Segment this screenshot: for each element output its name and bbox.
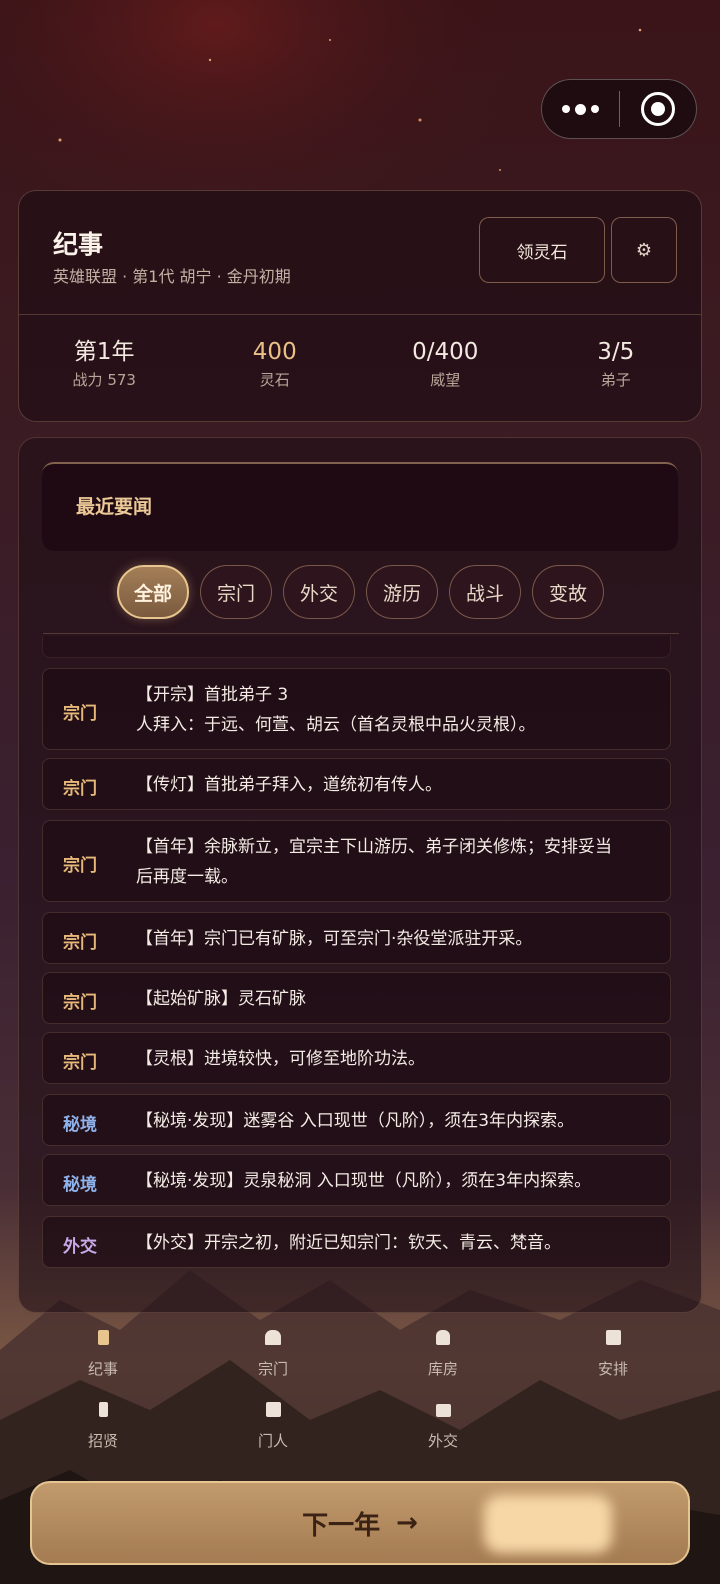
claim-spirit-stones-button[interactable]: 领灵石 xyxy=(479,217,605,283)
stat-value: 3/5 xyxy=(597,339,635,365)
nav-label: 库房 xyxy=(427,1360,458,1378)
nav-item-sect[interactable]: 宗门 xyxy=(188,1330,358,1386)
header-card: 纪事 英雄联盟 · 第1代 胡宁 · 金丹初期 领灵石 ⚙ 第1年 战力 573… xyxy=(18,190,702,422)
entry-line: 【灵根】进境较快，可修至地阶功法。 xyxy=(136,1049,425,1069)
scroll-icon xyxy=(18,1330,188,1350)
nav-item-disciples[interactable]: 门人 xyxy=(188,1402,358,1458)
list-item: 宗门 【起始矿脉】灵石矿脉 xyxy=(42,972,671,1024)
filter-chip-all[interactable]: 全部 xyxy=(117,565,189,619)
bottom-nav: 纪事 宗门 库房 安排 招贤 门人 外交 xyxy=(0,1330,720,1460)
list-item: 宗门 【传灯】首批弟子拜入，道统初有传人。 xyxy=(42,758,671,810)
grid-icon xyxy=(528,1330,698,1350)
entry-tag: 宗门 xyxy=(63,933,97,953)
entry-tag: 外交 xyxy=(63,1237,97,1257)
list-item: 秘境 【秘境·发现】迷雾谷 入口现世（凡阶），须在3年内探索。 xyxy=(42,1094,671,1146)
next-year-button[interactable]: 下一年 → xyxy=(30,1481,690,1565)
stat-value: 0/400 xyxy=(412,339,479,365)
list-item-partial xyxy=(42,636,671,658)
news-heading-bar: 最近要闻 xyxy=(42,462,678,551)
stat-prestige: 0/400 威望 xyxy=(360,337,531,390)
nav-item-storehouse[interactable]: 库房 xyxy=(358,1330,528,1386)
filter-chip-sect[interactable]: 宗门 xyxy=(200,565,272,619)
stat-label: 弟子 xyxy=(600,371,631,389)
header-divider xyxy=(19,314,701,315)
page-subtitle: 英雄联盟 · 第1代 胡宁 · 金丹初期 xyxy=(53,267,291,286)
entry-line: 【首年】宗门已有矿脉，可至宗门·杂役堂派驻开采。 xyxy=(136,929,533,949)
list-item: 外交 【外交】开宗之初，附近已知宗门：钦天、青云、梵音。 xyxy=(42,1216,671,1268)
close-miniprogram-icon[interactable] xyxy=(620,80,696,138)
entry-line: 【开宗】首批弟子 3 xyxy=(136,685,289,705)
nav-label: 纪事 xyxy=(87,1360,118,1378)
filter-chip-battle[interactable]: 战斗 xyxy=(449,565,521,619)
stat-label: 战力 573 xyxy=(72,371,136,389)
nav-label: 宗门 xyxy=(257,1360,288,1378)
nav-label: 安排 xyxy=(597,1360,628,1378)
entry-tag: 宗门 xyxy=(63,704,97,724)
people-icon xyxy=(188,1402,358,1422)
page-title: 纪事 xyxy=(53,230,104,259)
filter-chip-incident[interactable]: 变故 xyxy=(532,565,604,619)
stat-label: 威望 xyxy=(430,371,461,389)
news-heading: 最近要闻 xyxy=(76,496,153,518)
nav-label: 招贤 xyxy=(87,1432,118,1450)
next-year-label: 下一年 xyxy=(302,1510,381,1541)
button-highlight xyxy=(484,1495,612,1553)
entry-tag: 宗门 xyxy=(63,779,97,799)
entry-text: 【首年】余脉新立，宜宗主下山游历、弟子闭关修炼；安排妥当 后再度一载。 xyxy=(136,832,656,892)
entry-line: 【传灯】首批弟子拜入，道统初有传人。 xyxy=(136,775,442,795)
entry-text: 【开宗】首批弟子 3 人拜入：于远、何萱、胡云（首名灵根中品火灵根）。 xyxy=(136,680,656,740)
filter-chips: 全部 宗门 外交 游历 战斗 变故 xyxy=(117,565,604,619)
more-options-icon[interactable] xyxy=(542,80,619,138)
miniprogram-capsule xyxy=(541,79,697,139)
news-list[interactable]: 宗门 【开宗】首批弟子 3 人拜入：于远、何萱、胡云（首名灵根中品火灵根）。 宗… xyxy=(42,636,679,1284)
stat-label: 灵石 xyxy=(259,371,290,389)
stat-spirit-stones: 400 灵石 xyxy=(190,337,361,390)
settings-button[interactable]: ⚙ xyxy=(611,217,677,283)
nav-item-chronicle[interactable]: 纪事 xyxy=(18,1330,188,1386)
handshake-icon xyxy=(358,1402,528,1422)
nav-label: 门人 xyxy=(257,1432,288,1450)
vault-icon xyxy=(358,1330,528,1350)
entry-line: 【秘境·发现】灵泉秘洞 入口现世（凡阶），须在3年内探索。 xyxy=(136,1171,592,1191)
nav-item-diplomacy[interactable]: 外交 xyxy=(358,1402,528,1458)
stats-row: 第1年 战力 573 400 灵石 0/400 威望 3/5 弟子 xyxy=(19,337,701,390)
stat-value: 400 xyxy=(252,339,297,365)
entry-line: 【首年】余脉新立，宜宗主下山游历、弟子闭关修炼；安排妥当 xyxy=(136,837,612,857)
entry-tag: 宗门 xyxy=(63,993,97,1013)
nav-item-recruit[interactable]: 招贤 xyxy=(18,1402,188,1458)
stat-value: 第1年 xyxy=(73,339,135,365)
list-item: 宗门 【首年】余脉新立，宜宗主下山游历、弟子闭关修炼；安排妥当 后再度一载。 xyxy=(42,820,671,902)
entry-line: 后再度一载。 xyxy=(136,867,238,887)
entry-tag: 秘境 xyxy=(63,1175,97,1195)
arrow-right-icon: → xyxy=(396,1508,418,1538)
filter-chip-diplomacy[interactable]: 外交 xyxy=(283,565,355,619)
news-panel: 最近要闻 全部 宗门 外交 游历 战斗 变故 宗门 【开宗】首批弟子 3 人拜入… xyxy=(18,437,702,1313)
gear-icon: ⚙ xyxy=(635,239,653,261)
filter-divider xyxy=(43,633,679,634)
list-item: 秘境 【秘境·发现】灵泉秘洞 入口现世（凡阶），须在3年内探索。 xyxy=(42,1154,671,1206)
nav-label: 外交 xyxy=(427,1432,458,1450)
entry-line: 人拜入：于远、何萱、胡云（首名灵根中品火灵根）。 xyxy=(136,715,536,735)
stat-disciples: 3/5 弟子 xyxy=(531,337,702,390)
list-item: 宗门 【灵根】进境较快，可修至地阶功法。 xyxy=(42,1032,671,1084)
gate-icon xyxy=(188,1330,358,1350)
entry-line: 【起始矿脉】灵石矿脉 xyxy=(136,989,306,1009)
list-item: 宗门 【开宗】首批弟子 3 人拜入：于远、何萱、胡云（首名灵根中品火灵根）。 xyxy=(42,668,671,750)
stat-year: 第1年 战力 573 xyxy=(19,337,190,390)
entry-line: 【秘境·发现】迷雾谷 入口现世（凡阶），须在3年内探索。 xyxy=(136,1111,575,1131)
entry-tag: 宗门 xyxy=(63,856,97,876)
nav-item-arrange[interactable]: 安排 xyxy=(528,1330,698,1386)
banner-icon xyxy=(18,1402,188,1422)
entry-tag: 秘境 xyxy=(63,1115,97,1135)
filter-chip-travel[interactable]: 游历 xyxy=(366,565,438,619)
list-item: 宗门 【首年】宗门已有矿脉，可至宗门·杂役堂派驻开采。 xyxy=(42,912,671,964)
entry-tag: 宗门 xyxy=(63,1053,97,1073)
entry-line: 【外交】开宗之初，附近已知宗门：钦天、青云、梵音。 xyxy=(136,1233,561,1253)
